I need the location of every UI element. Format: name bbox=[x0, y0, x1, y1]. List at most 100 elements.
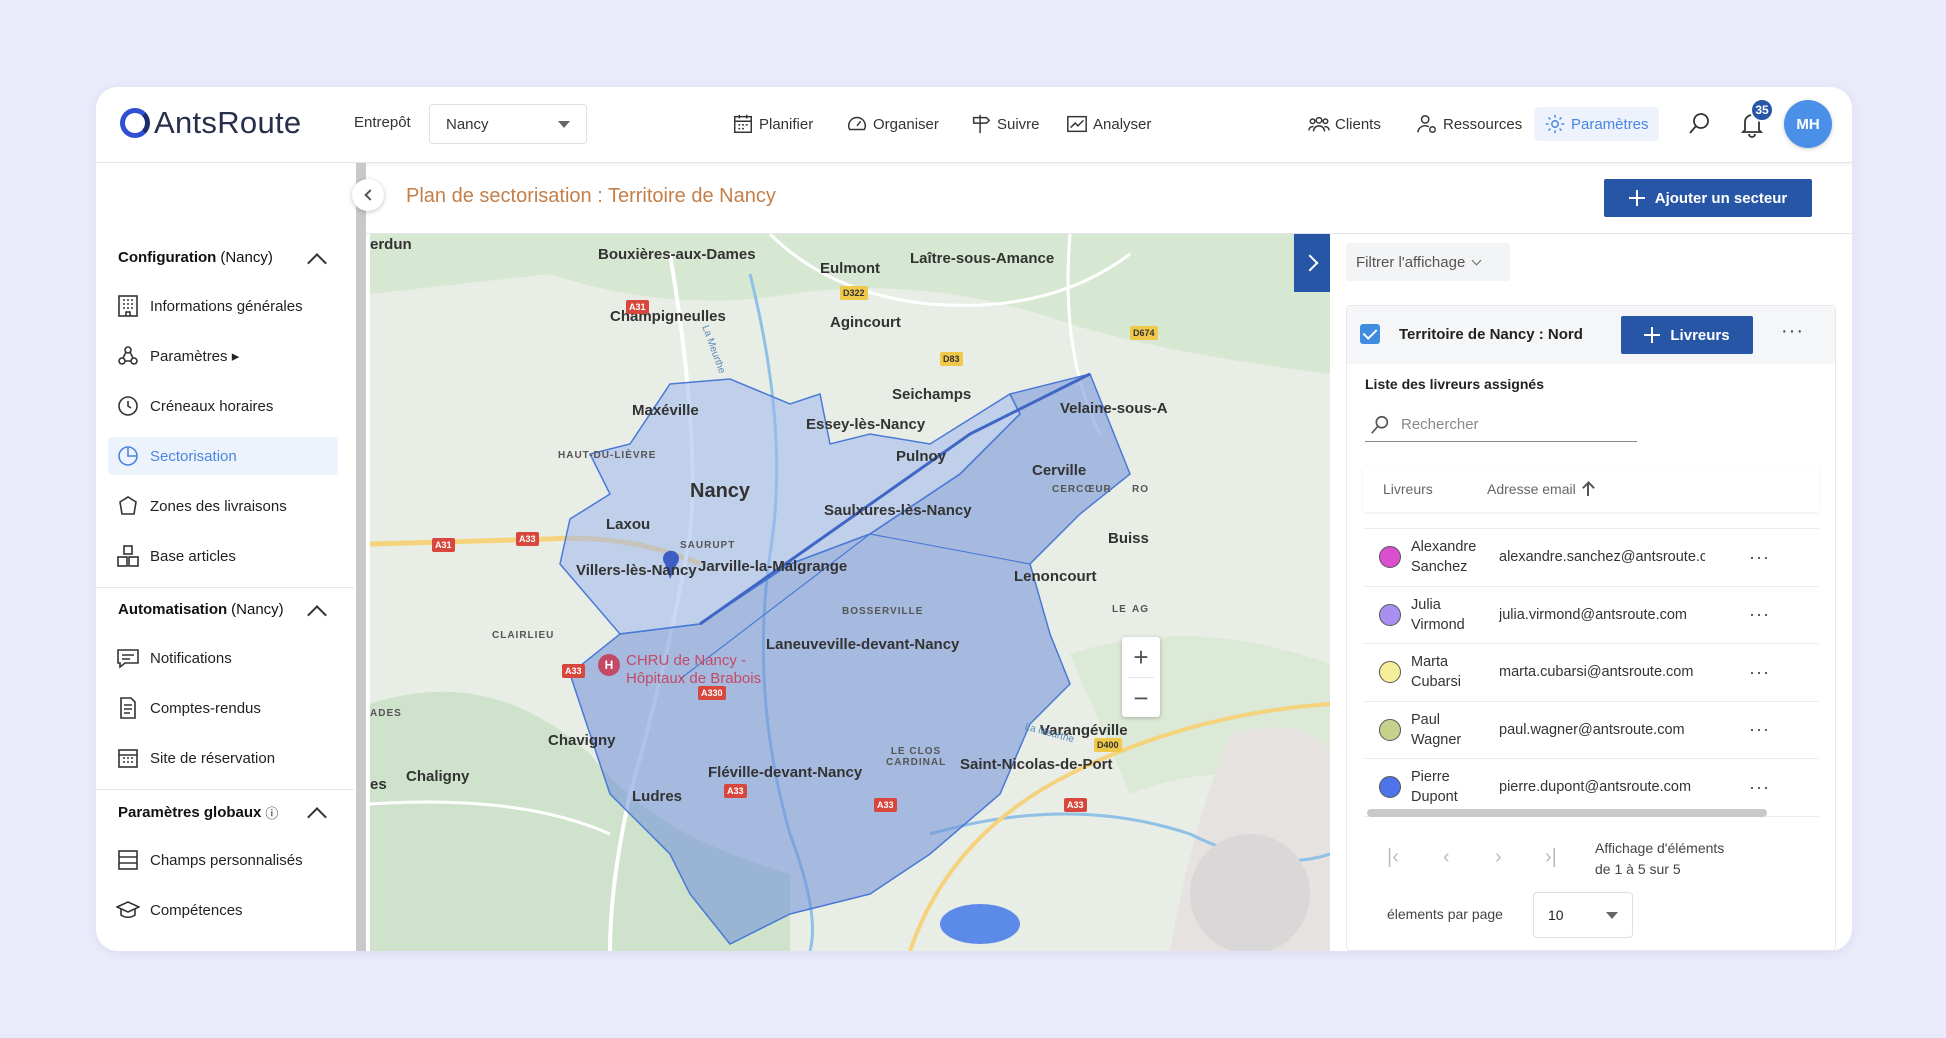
map-label: Eulmont bbox=[820, 260, 880, 277]
nav-organiser[interactable]: Organiser bbox=[846, 113, 939, 135]
last-name: Cubarsi bbox=[1411, 674, 1461, 691]
section-parametres-globaux[interactable]: Paramètres globaux ⓘ bbox=[118, 803, 278, 822]
road-tag: A330 bbox=[698, 686, 726, 700]
map-small-label: LE bbox=[1112, 604, 1127, 615]
column-email[interactable]: Adresse email bbox=[1487, 481, 1594, 497]
livreur-name: Paul Wagner bbox=[1411, 710, 1499, 750]
sidebar-item-creneaux[interactable]: Créneaux horaires bbox=[108, 387, 338, 425]
nav-ressources[interactable]: Ressources bbox=[1416, 113, 1522, 135]
map-label: Velaine-sous-A bbox=[1060, 400, 1168, 417]
sidebar-item-parametres[interactable]: Paramètres ▸ bbox=[108, 337, 338, 375]
search-icon bbox=[1689, 113, 1709, 134]
section-automatisation[interactable]: Automatisation (Nancy) bbox=[118, 601, 284, 618]
top-header: AntsRoute Entrepôt Nancy Planifier Organ… bbox=[96, 87, 1852, 163]
chevron-right-icon bbox=[1301, 254, 1319, 272]
nav-planifier[interactable]: Planifier bbox=[732, 113, 813, 135]
avatar[interactable]: MH bbox=[1784, 100, 1832, 148]
plus-icon bbox=[1644, 327, 1661, 343]
logo[interactable]: AntsRoute bbox=[120, 105, 301, 141]
map-small-label: CERCŒUR bbox=[1052, 484, 1112, 495]
sidebar-item-articles[interactable]: Base articles bbox=[108, 537, 338, 575]
sidebar-item-label: Site de réservation bbox=[150, 749, 276, 767]
table-row[interactable]: Marta Cubarsi marta.cubarsi@antsroute.com… bbox=[1363, 644, 1819, 702]
sidebar-item-comptes-rendus[interactable]: Comptes-rendus bbox=[108, 689, 338, 727]
map-small-label: HAUT-DU-LIÈVRE bbox=[558, 450, 657, 461]
nav-parametres[interactable]: Paramètres bbox=[1534, 107, 1659, 141]
sidebar-item-champs[interactable]: Champs personnalisés bbox=[108, 841, 338, 879]
table-horizontal-scrollbar[interactable] bbox=[1367, 809, 1767, 817]
row-options-icon[interactable]: ··· bbox=[1749, 719, 1770, 740]
more-options-icon[interactable]: ··· bbox=[1781, 320, 1804, 343]
previous-page-icon[interactable]: ‹ bbox=[1443, 846, 1450, 869]
road-tag: A33 bbox=[516, 532, 539, 546]
chevron-down-icon bbox=[1471, 255, 1482, 266]
sidebar-item-competences[interactable]: Compétences bbox=[108, 891, 338, 929]
first-page-icon[interactable]: |‹ bbox=[1387, 846, 1399, 869]
nav-clients[interactable]: Clients bbox=[1308, 113, 1381, 135]
building-icon bbox=[118, 295, 138, 317]
zoom-in-button[interactable]: + bbox=[1122, 637, 1160, 677]
row-options-icon[interactable]: ··· bbox=[1749, 662, 1770, 683]
add-livreurs-button[interactable]: Livreurs bbox=[1621, 316, 1753, 354]
livreur-name: Julia Virmond bbox=[1411, 595, 1499, 635]
pagination-info-line: Affichage d'éléments bbox=[1595, 840, 1725, 856]
table-row[interactable]: Paul Wagner paul.wagner@antsroute.com ··· bbox=[1363, 702, 1819, 759]
section-configuration[interactable]: Configuration (Nancy) bbox=[118, 249, 273, 266]
chevron-up-icon[interactable] bbox=[307, 605, 327, 625]
sidebar-item-label: Compétences bbox=[150, 901, 243, 919]
chart-icon bbox=[1067, 115, 1087, 133]
sector-checkbox[interactable] bbox=[1360, 324, 1380, 344]
nav-suivre[interactable]: Suivre bbox=[970, 113, 1040, 135]
section-suffix: (Nancy) bbox=[231, 601, 284, 618]
zoom-control: + − bbox=[1122, 637, 1160, 717]
chevron-up-icon[interactable] bbox=[307, 253, 327, 273]
section-suffix: (Nancy) bbox=[220, 249, 273, 266]
filter-label: Filtrer l'affichage bbox=[1356, 253, 1466, 271]
row-options-icon[interactable]: ··· bbox=[1749, 604, 1770, 625]
nav-analyser[interactable]: Analyser bbox=[1066, 113, 1151, 135]
sidebar-scrollbar[interactable] bbox=[356, 163, 366, 951]
color-dot bbox=[1379, 603, 1401, 626]
chevron-up-icon[interactable] bbox=[307, 807, 327, 827]
table-row[interactable]: Alexandre Sanchez alexandre.sanchez@antsr… bbox=[1363, 529, 1819, 587]
sidebar-item-reservation[interactable]: Site de réservation bbox=[108, 739, 338, 777]
road-tag: A33 bbox=[724, 784, 747, 798]
livreurs-table: Livreurs Adresse email Alexandre Sanchez … bbox=[1363, 466, 1819, 817]
form-icon bbox=[118, 850, 138, 870]
warehouse-select[interactable]: Nancy bbox=[429, 104, 587, 144]
row-options-icon[interactable]: ··· bbox=[1749, 777, 1770, 798]
search-button[interactable] bbox=[1686, 110, 1714, 138]
nav-label: Paramètres bbox=[1571, 115, 1649, 133]
table-row[interactable]: Pierre Dupont pierre.dupont@antsroute.com… bbox=[1363, 759, 1819, 817]
map-label: Saulxures-lès-Nancy bbox=[824, 502, 972, 519]
sidebar-item-sectorisation[interactable]: Sectorisation bbox=[108, 437, 338, 475]
filter-display-button[interactable]: Filtrer l'affichage bbox=[1346, 243, 1510, 281]
sidebar-item-notifications[interactable]: Notifications bbox=[108, 639, 338, 677]
row-options-icon[interactable]: ··· bbox=[1749, 547, 1770, 568]
next-page-icon[interactable]: › bbox=[1495, 846, 1502, 869]
sidebar-item-informations[interactable]: Informations générales bbox=[108, 287, 338, 325]
road-tag: A33 bbox=[874, 798, 897, 812]
search-input: Rechercher bbox=[1401, 416, 1479, 433]
map-poi-label: CHRU de Nancy - bbox=[626, 652, 747, 669]
table-row[interactable]: Julia Virmond julia.virmond@antsroute.com… bbox=[1363, 587, 1819, 644]
caret-down-icon bbox=[558, 120, 570, 128]
column-livreurs[interactable]: Livreurs bbox=[1363, 481, 1487, 497]
toggle-panel-button[interactable] bbox=[1294, 234, 1330, 292]
per-page-value: 10 bbox=[1548, 907, 1564, 923]
add-sector-button[interactable]: Ajouter un secteur bbox=[1604, 179, 1812, 217]
sidebar-item-zones[interactable]: Zones des livraisons bbox=[108, 487, 338, 525]
per-page-select[interactable]: 10 bbox=[1533, 892, 1633, 938]
sidebar-item-label: Informations générales bbox=[150, 297, 303, 315]
zoom-out-button[interactable]: − bbox=[1122, 678, 1160, 718]
last-page-icon[interactable]: ›| bbox=[1545, 846, 1557, 869]
map[interactable]: erdun Bouxières-aux-Dames Eulmont Laître… bbox=[370, 234, 1330, 951]
collapse-sidebar-button[interactable] bbox=[352, 179, 384, 211]
logo-text: AntsRoute bbox=[154, 105, 302, 140]
section-title: Paramètres globaux bbox=[118, 804, 262, 821]
boxes-icon bbox=[117, 545, 139, 567]
pagination: |‹ ‹ › ›| Affichage d'éléments de 1 à 5 … bbox=[1363, 826, 1819, 938]
sidebar-item-label: Créneaux horaires bbox=[150, 397, 274, 415]
last-name: Sanchez bbox=[1411, 559, 1468, 576]
search-field[interactable]: Rechercher bbox=[1365, 408, 1637, 442]
